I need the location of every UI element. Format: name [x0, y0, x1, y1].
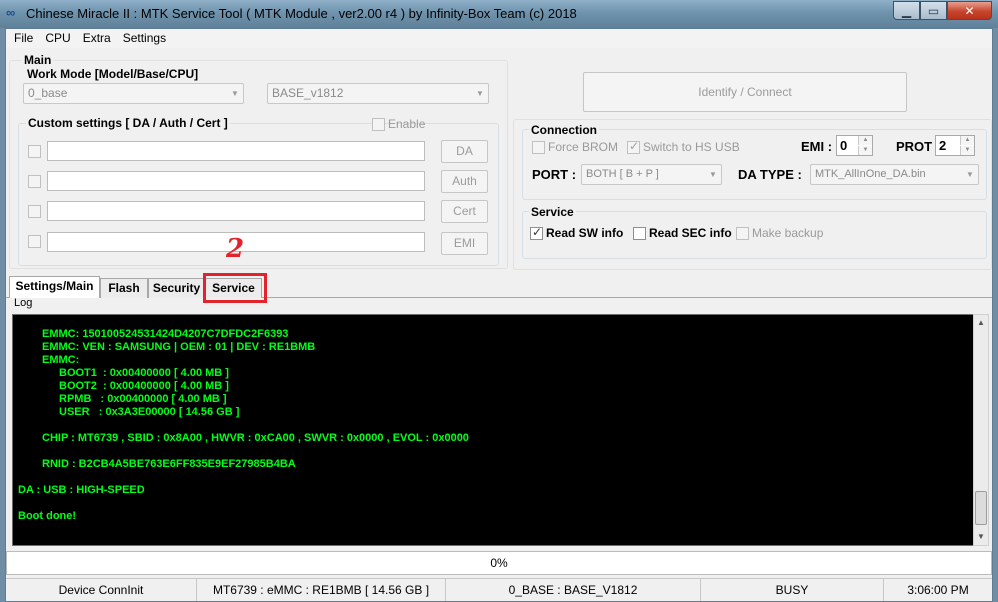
auth-button[interactable]: Auth: [441, 170, 488, 193]
cert-button[interactable]: Cert: [441, 200, 488, 223]
force-brom-label: Force BROM: [548, 140, 619, 154]
log-label: Log: [14, 297, 33, 309]
minimize-icon: ▁: [901, 3, 912, 18]
main-window: File CPU Extra Settings Main Work Mode […: [5, 28, 993, 602]
main-group-label: Main: [22, 53, 54, 67]
custom-settings-label: Custom settings [ DA / Auth / Cert ]: [26, 116, 230, 130]
da-button[interactable]: DA: [441, 140, 488, 163]
close-button[interactable]: ✕: [947, 1, 992, 20]
prot-spinner-value: 2: [939, 138, 947, 153]
emi-checkbox[interactable]: [28, 235, 41, 248]
progress-text: 0%: [490, 556, 508, 570]
da-path-input[interactable]: [47, 141, 425, 161]
chevron-down-icon: ▼: [709, 170, 717, 179]
log-line: USER : 0x3A3E00000 [ 14.56 GB ]: [59, 406, 240, 418]
emi-button[interactable]: EMI: [441, 232, 488, 255]
chevron-down-icon: ▼: [231, 89, 239, 98]
status-device: Device ConnInit: [6, 578, 197, 601]
status-time: 3:06:00 PM: [884, 578, 992, 601]
switch-hs-label: Switch to HS USB: [643, 140, 740, 154]
prot-spinner[interactable]: 2 ▲ ▼: [935, 135, 975, 156]
status-chip: MT6739 : eMMC : RE1BMB [ 14.56 GB ]: [197, 578, 446, 601]
cert-checkbox[interactable]: [28, 205, 41, 218]
log-line: EMMC: VEN : SAMSUNG | OEM : 01 | DEV : R…: [42, 341, 316, 353]
log-line: RPMB : 0x00400000 [ 4.00 MB ]: [59, 393, 227, 405]
cert-path-input[interactable]: [47, 201, 425, 221]
title-bar: ∞ Chinese Miracle II : MTK Service Tool …: [0, 0, 998, 28]
menu-settings[interactable]: Settings: [117, 29, 172, 48]
spin-down-icon[interactable]: ▼: [858, 146, 872, 155]
menu-extra[interactable]: Extra: [77, 29, 117, 48]
step-number: 2: [226, 234, 245, 264]
prot-label: PROT :: [896, 139, 941, 154]
make-backup-label: Make backup: [752, 226, 824, 240]
menu-file[interactable]: File: [8, 29, 39, 48]
enable-label: Enable: [388, 117, 426, 131]
log-line: CHIP : MT6739 , SBID : 0x8A00 , HWVR : 0…: [42, 432, 469, 444]
tab-security[interactable]: Security: [148, 278, 205, 298]
chevron-down-icon: ▼: [476, 89, 484, 98]
auth-path-input[interactable]: [47, 171, 425, 191]
force-brom-checkbox[interactable]: [532, 141, 545, 154]
service-group-label: Service: [529, 205, 576, 219]
base-select[interactable]: BASE_v1812 ▼: [267, 83, 489, 104]
read-sw-checkbox[interactable]: [530, 225, 543, 240]
read-sw-label: Read SW info: [546, 226, 624, 240]
status-base: 0_BASE : BASE_V1812: [446, 578, 701, 601]
base-select-value: BASE_v1812: [272, 86, 344, 100]
read-sec-checkbox[interactable]: [633, 227, 646, 240]
da-checkbox[interactable]: [28, 145, 41, 158]
da-type-label: DA TYPE :: [738, 167, 802, 182]
spin-up-icon[interactable]: ▲: [960, 136, 974, 145]
work-mode-label: Work Mode [Model/Base/CPU]: [27, 67, 199, 81]
maximize-icon: ▭: [927, 3, 940, 18]
log-line: RNID : B2CB4A5BE763E6FF835E9EF27985B4BA: [42, 458, 296, 470]
tab-flash[interactable]: Flash: [100, 278, 148, 298]
window-title: Chinese Miracle II : MTK Service Tool ( …: [26, 6, 577, 21]
spin-up-icon[interactable]: ▲: [858, 136, 872, 145]
minimize-button[interactable]: ▁: [893, 1, 920, 20]
maximize-button[interactable]: ▭: [920, 1, 947, 20]
auth-checkbox[interactable]: [28, 175, 41, 188]
port-select-value: BOTH [ B + P ]: [586, 168, 659, 180]
window-controls: ▁ ▭ ✕: [893, 1, 992, 20]
make-backup-checkbox[interactable]: [736, 227, 749, 240]
scrollbar-thumb[interactable]: [975, 491, 987, 525]
chevron-down-icon: ▼: [966, 170, 974, 179]
port-label: PORT :: [532, 167, 577, 182]
emi-spinner-value: 0: [840, 138, 848, 153]
log-line: EMMC:: [42, 354, 80, 366]
identify-connect-button[interactable]: Identify / Connect: [583, 72, 907, 112]
infinity-icon: ∞: [6, 5, 16, 20]
model-select-value: 0_base: [28, 86, 68, 100]
scroll-down-icon[interactable]: ▼: [974, 529, 988, 545]
port-select[interactable]: BOTH [ B + P ] ▼: [581, 164, 722, 185]
close-icon: ✕: [964, 3, 975, 18]
enable-checkbox[interactable]: [372, 118, 385, 131]
switch-hs-checkbox[interactable]: [627, 139, 640, 154]
highlight-box: [203, 273, 267, 303]
emi-spinner[interactable]: 0 ▲ ▼: [836, 135, 873, 156]
log-console[interactable]: EMMC: 150100524531424D4207C7DFDC2F6393 E…: [12, 314, 979, 546]
connection-label: Connection: [529, 123, 599, 137]
menu-bar: File CPU Extra Settings: [6, 29, 992, 48]
model-select[interactable]: 0_base ▼: [23, 83, 244, 104]
log-line: EMMC: 150100524531424D4207C7DFDC2F6393: [42, 328, 289, 340]
read-sec-label: Read SEC info: [649, 226, 732, 240]
tab-settings-main[interactable]: Settings/Main: [9, 276, 100, 298]
menu-cpu[interactable]: CPU: [39, 29, 76, 48]
log-line: DA : USB : HIGH-SPEED: [18, 484, 145, 496]
status-bar: Device ConnInit MT6739 : eMMC : RE1BMB […: [6, 578, 992, 601]
status-state: BUSY: [701, 578, 884, 601]
da-type-select[interactable]: MTK_AllInOne_DA.bin ▼: [810, 164, 979, 185]
emi-label: EMI :: [801, 139, 833, 154]
da-type-select-value: MTK_AllInOne_DA.bin: [815, 168, 926, 180]
log-line: BOOT2 : 0x00400000 [ 4.00 MB ]: [59, 380, 229, 392]
scroll-up-icon[interactable]: ▲: [974, 315, 988, 331]
spin-down-icon[interactable]: ▼: [960, 146, 974, 155]
progress-bar: 0%: [6, 551, 992, 575]
log-scrollbar[interactable]: ▲ ▼: [973, 314, 989, 546]
log-line: Boot done!: [18, 510, 77, 522]
log-line: BOOT1 : 0x00400000 [ 4.00 MB ]: [59, 367, 229, 379]
